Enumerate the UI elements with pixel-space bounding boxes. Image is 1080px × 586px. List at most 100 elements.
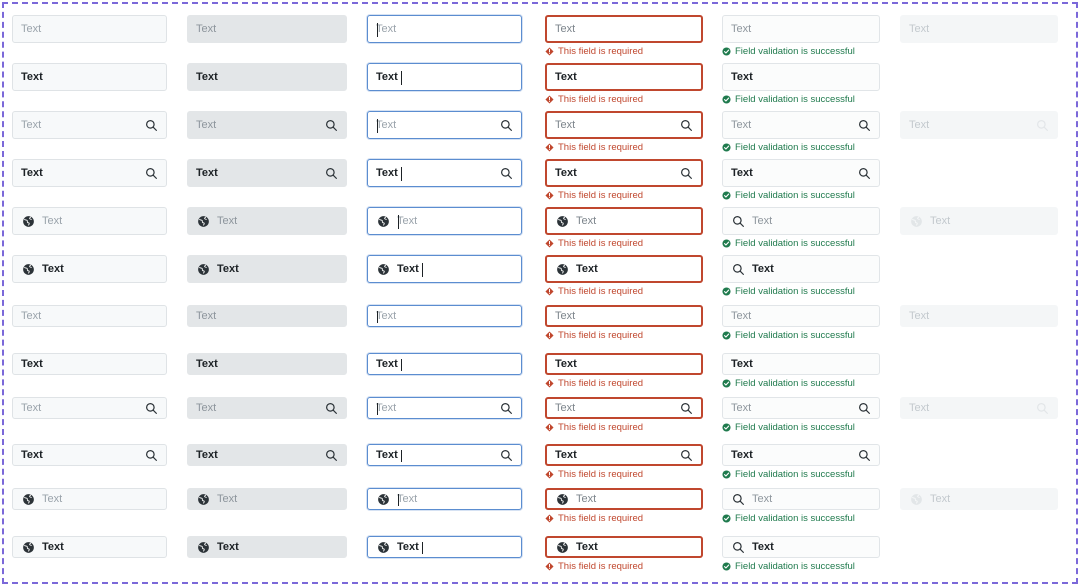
text-input-default[interactable]: Text <box>12 159 167 187</box>
text-input-focus[interactable]: Text <box>367 488 522 510</box>
text-input-success[interactable]: Text <box>722 536 880 558</box>
text-input-error[interactable]: Text <box>545 111 703 139</box>
text-input-error[interactable]: Text <box>545 255 703 283</box>
success-check-icon <box>722 239 731 248</box>
search-icon[interactable] <box>144 166 158 180</box>
text-input-hover[interactable]: Text <box>187 488 347 510</box>
text-input-error[interactable]: Text <box>545 207 703 235</box>
text-input-success[interactable]: Text <box>722 15 880 43</box>
text-input-focus[interactable]: Text <box>367 397 522 419</box>
search-icon[interactable] <box>324 448 338 462</box>
text-input-default[interactable]: Text <box>12 255 167 283</box>
text-input-error[interactable]: Text <box>545 444 703 466</box>
text-input-error[interactable]: Text <box>545 305 703 327</box>
text-input-default[interactable]: Text <box>12 63 167 91</box>
search-icon[interactable] <box>857 118 871 132</box>
text-input-success[interactable]: Text <box>722 305 880 327</box>
search-icon[interactable] <box>679 401 693 415</box>
text-input-hover[interactable]: Text <box>187 444 347 466</box>
globe-icon <box>196 540 210 554</box>
search-icon[interactable] <box>857 401 871 415</box>
field-value: Text <box>555 358 577 370</box>
text-input-default[interactable]: Text <box>12 536 167 558</box>
search-icon[interactable] <box>499 401 513 415</box>
text-input-focus[interactable]: Text <box>367 15 522 43</box>
search-icon[interactable] <box>857 448 871 462</box>
search-icon[interactable] <box>144 401 158 415</box>
text-input-focus[interactable]: Text <box>367 255 522 283</box>
text-input-hover[interactable]: Text <box>187 159 347 187</box>
text-input-hover[interactable]: Text <box>187 536 347 558</box>
text-input-default[interactable]: Text <box>12 488 167 510</box>
text-input-success[interactable]: Text <box>722 63 880 91</box>
search-icon[interactable] <box>679 118 693 132</box>
text-input-default[interactable]: Text <box>12 305 167 327</box>
field-success-message: Field validation is successful <box>722 47 880 57</box>
text-input-success[interactable]: Text <box>722 488 880 510</box>
field-placeholder: Text <box>909 119 930 131</box>
text-caret <box>377 119 378 133</box>
text-input-default[interactable]: Text <box>12 15 167 43</box>
text-input-success[interactable]: Text <box>722 207 880 235</box>
search-icon[interactable] <box>144 118 158 132</box>
field-cell-focus: Text <box>367 63 522 91</box>
text-input-success[interactable]: Text <box>722 444 880 466</box>
text-input-error[interactable]: Text <box>545 159 703 187</box>
text-input-error[interactable]: Text <box>545 353 703 375</box>
search-icon[interactable] <box>144 448 158 462</box>
field-cell-success: Text Field validation is successful <box>722 488 880 524</box>
text-input-hover[interactable]: Text <box>187 15 347 43</box>
text-input-error[interactable]: Text <box>545 536 703 558</box>
search-icon[interactable] <box>857 166 871 180</box>
text-input-focus[interactable]: Text <box>367 111 522 139</box>
text-input-focus[interactable]: Text <box>367 353 522 375</box>
text-input-success[interactable]: Text <box>722 111 880 139</box>
text-input-hover[interactable]: Text <box>187 111 347 139</box>
field-placeholder: Text <box>21 23 42 35</box>
search-icon[interactable] <box>499 166 513 180</box>
search-icon[interactable] <box>499 448 513 462</box>
text-input-error[interactable]: Text <box>545 63 703 91</box>
text-input-focus[interactable]: Text <box>367 63 522 91</box>
text-input-default[interactable]: Text <box>12 397 167 419</box>
search-icon[interactable] <box>324 118 338 132</box>
text-input-hover[interactable]: Text <box>187 255 347 283</box>
search-icon[interactable] <box>324 401 338 415</box>
text-input-error[interactable]: Text <box>545 397 703 419</box>
text-input-default[interactable]: Text <box>12 111 167 139</box>
field-cell-success: Text Field validation is successful <box>722 536 880 572</box>
text-input-error[interactable]: Text <box>545 15 703 43</box>
text-caret <box>401 167 402 181</box>
text-input-success[interactable]: Text <box>722 255 880 283</box>
field-cell-error: Text This field is required <box>545 207 703 249</box>
text-input-error[interactable]: Text <box>545 488 703 510</box>
text-input-default[interactable]: Text <box>12 444 167 466</box>
text-input-hover[interactable]: Text <box>187 305 347 327</box>
text-input-hover[interactable]: Text <box>187 63 347 91</box>
field-value: Text <box>21 71 43 83</box>
text-input-hover[interactable]: Text <box>187 397 347 419</box>
field-error-message: This field is required <box>545 47 703 57</box>
field-specimen-grid: Text Text Text Text This field is required Te… <box>0 0 1080 586</box>
field-cell-hover: Text <box>187 444 347 466</box>
field-success-message: Field validation is successful <box>722 379 880 389</box>
text-input-focus[interactable]: Text <box>367 159 522 187</box>
text-input-focus[interactable]: Text <box>367 305 522 327</box>
text-input-success[interactable]: Text <box>722 397 880 419</box>
text-input-focus[interactable]: Text <box>367 536 522 558</box>
field-error-message: This field is required <box>545 331 703 341</box>
search-icon[interactable] <box>679 448 693 462</box>
text-input-focus[interactable]: Text <box>367 444 522 466</box>
search-icon[interactable] <box>324 166 338 180</box>
text-input-hover[interactable]: Text <box>187 353 347 375</box>
search-icon[interactable] <box>679 166 693 180</box>
text-input-success[interactable]: Text <box>722 353 880 375</box>
text-input-default[interactable]: Text <box>12 353 167 375</box>
text-input-focus[interactable]: Text <box>367 207 522 235</box>
search-icon[interactable] <box>499 118 513 132</box>
text-input-success[interactable]: Text <box>722 159 880 187</box>
text-input-default[interactable]: Text <box>12 207 167 235</box>
field-cell-default: Text <box>12 15 167 43</box>
globe-icon <box>555 492 569 506</box>
text-input-hover[interactable]: Text <box>187 207 347 235</box>
